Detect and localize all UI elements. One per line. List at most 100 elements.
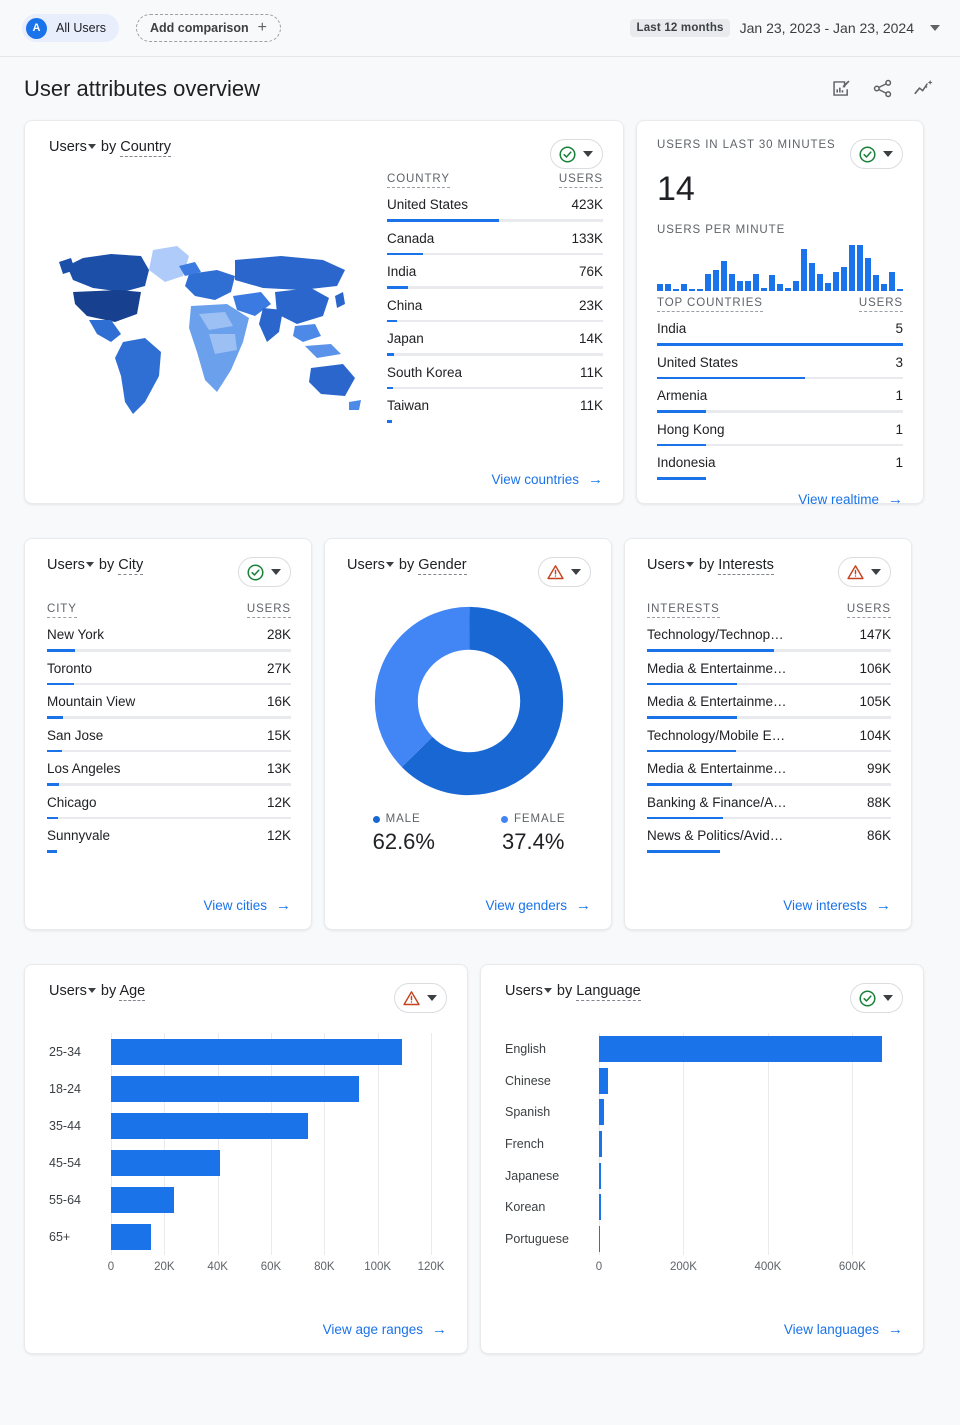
table-row[interactable]: United States3 <box>657 346 903 380</box>
row-bar <box>647 783 891 786</box>
bar[interactable] <box>111 1039 402 1065</box>
data-quality-badge-ok[interactable] <box>550 139 603 169</box>
chevron-down-icon[interactable] <box>86 562 94 567</box>
edit-chart-icon[interactable] <box>831 78 852 99</box>
bar[interactable] <box>599 1036 882 1062</box>
metric-selector-label[interactable]: Users <box>505 983 543 999</box>
table-row[interactable]: Technology/Technop…147K <box>647 618 891 652</box>
view-languages-link[interactable]: View languages → <box>505 1310 903 1337</box>
table-row[interactable]: United States423K <box>387 188 603 222</box>
axis-category-label: English <box>505 1042 589 1056</box>
spark-bar <box>825 283 831 292</box>
table-row[interactable]: Hong Kong1 <box>657 413 903 447</box>
dimension-selector-age[interactable]: Age <box>119 983 145 1001</box>
chevron-down-icon[interactable] <box>386 562 394 567</box>
dimension-selector-interests[interactable]: Interests <box>718 557 774 575</box>
arrow-right-icon: → <box>888 492 903 507</box>
add-comparison-button[interactable]: Add comparison + <box>136 14 281 42</box>
bar[interactable] <box>599 1226 600 1252</box>
chevron-down-icon[interactable] <box>88 144 96 149</box>
table-row[interactable]: India76K <box>387 255 603 289</box>
chevron-down-icon[interactable] <box>88 988 96 993</box>
bar[interactable] <box>599 1099 604 1125</box>
bar[interactable] <box>599 1194 601 1220</box>
row-bar <box>47 783 291 786</box>
table-row[interactable]: Media & Entertainme…99K <box>647 752 891 786</box>
row-bar <box>657 410 903 413</box>
axis-category-label: 25-34 <box>49 1045 101 1059</box>
row-bar <box>47 850 291 853</box>
date-range-selector[interactable]: Last 12 months Jan 23, 2023 - Jan 23, 20… <box>630 19 940 37</box>
dimension-selector-city[interactable]: City <box>118 557 143 575</box>
table-row[interactable]: China23K <box>387 289 603 323</box>
dimension-selector-language[interactable]: Language <box>576 983 641 1001</box>
users-per-minute-sparkline <box>657 245 903 291</box>
share-icon[interactable] <box>872 78 893 99</box>
data-quality-badge-warning[interactable] <box>538 557 591 587</box>
view-genders-link[interactable]: View genders → <box>347 886 591 913</box>
table-row[interactable]: San Jose15K <box>47 719 291 753</box>
bar[interactable] <box>599 1068 608 1094</box>
bar[interactable] <box>111 1113 308 1139</box>
table-row[interactable]: South Korea11K <box>387 356 603 390</box>
view-cities-link[interactable]: View cities → <box>47 886 291 913</box>
segment-chip-all-users[interactable]: A All Users <box>22 14 119 42</box>
view-countries-link[interactable]: View countries → <box>387 460 603 487</box>
metric-selector-label[interactable]: Users <box>47 557 85 573</box>
table-row[interactable]: Chicago12K <box>47 786 291 820</box>
table-row[interactable]: Los Angeles13K <box>47 752 291 786</box>
data-quality-badge-warning[interactable] <box>838 557 891 587</box>
world-map-choropleth[interactable] <box>49 173 379 487</box>
metric-selector-label[interactable]: Users <box>647 557 685 573</box>
dimension-selector-gender[interactable]: Gender <box>418 557 466 575</box>
view-age-ranges-link[interactable]: View age ranges → <box>49 1310 447 1337</box>
realtime-users-label: USERS IN LAST 30 MINUTES <box>657 139 836 151</box>
data-quality-badge-ok[interactable] <box>850 139 903 169</box>
metric-selector-label[interactable]: Users <box>49 139 87 155</box>
language-bar-chart[interactable]: EnglishChineseSpanishFrenchJapaneseKorea… <box>505 1033 903 1255</box>
table-row[interactable]: Banking & Finance/A…88K <box>647 786 891 820</box>
chevron-down-icon[interactable] <box>686 562 694 567</box>
view-realtime-link[interactable]: View realtime → <box>657 480 903 507</box>
table-row[interactable]: News & Politics/Avid…86K <box>647 819 891 853</box>
spark-bar <box>817 274 823 292</box>
table-row[interactable]: Armenia1 <box>657 379 903 413</box>
table-row[interactable]: Media & Entertainme…106K <box>647 652 891 686</box>
data-quality-badge-ok[interactable] <box>238 557 291 587</box>
data-quality-badge-warning[interactable] <box>394 983 447 1013</box>
view-interests-link[interactable]: View interests → <box>647 886 891 913</box>
page-title: User attributes overview <box>24 76 260 102</box>
check-circle-icon <box>858 989 877 1008</box>
card-title-by: by <box>699 557 714 573</box>
table-row[interactable]: Mountain View16K <box>47 685 291 719</box>
bar-row <box>599 1099 903 1125</box>
table-row[interactable]: India5 <box>657 312 903 346</box>
bar-row <box>111 1113 447 1139</box>
spark-bar <box>841 267 847 292</box>
table-row[interactable]: Technology/Mobile E…104K <box>647 719 891 753</box>
table-row[interactable]: Indonesia1 <box>657 446 903 480</box>
table-row[interactable]: Canada133K <box>387 222 603 256</box>
gender-donut-chart[interactable] <box>347 605 591 797</box>
bar[interactable] <box>111 1076 359 1102</box>
bar[interactable] <box>111 1224 151 1250</box>
table-row[interactable]: Media & Entertainme…105K <box>647 685 891 719</box>
bar-row <box>599 1194 903 1220</box>
bar[interactable] <box>599 1131 602 1157</box>
dimension-selector-country[interactable]: Country <box>120 139 171 157</box>
bar[interactable] <box>599 1163 601 1189</box>
table-row[interactable]: Toronto27K <box>47 652 291 686</box>
data-quality-badge-ok[interactable] <box>850 983 903 1013</box>
metric-selector-label[interactable]: Users <box>49 983 87 999</box>
age-bar-chart[interactable]: 25-3418-2435-4445-5455-6465+ <box>49 1033 447 1255</box>
bar[interactable] <box>111 1187 174 1213</box>
table-row[interactable]: New York28K <box>47 618 291 652</box>
table-row[interactable]: Sunnyvale12K <box>47 819 291 853</box>
spark-bar <box>873 275 879 291</box>
bar[interactable] <box>111 1150 220 1176</box>
metric-selector-label[interactable]: Users <box>347 557 385 573</box>
insights-icon[interactable] <box>913 78 934 99</box>
chevron-down-icon[interactable] <box>544 988 552 993</box>
table-row[interactable]: Japan14K <box>387 322 603 356</box>
table-row[interactable]: Taiwan11K <box>387 389 603 423</box>
